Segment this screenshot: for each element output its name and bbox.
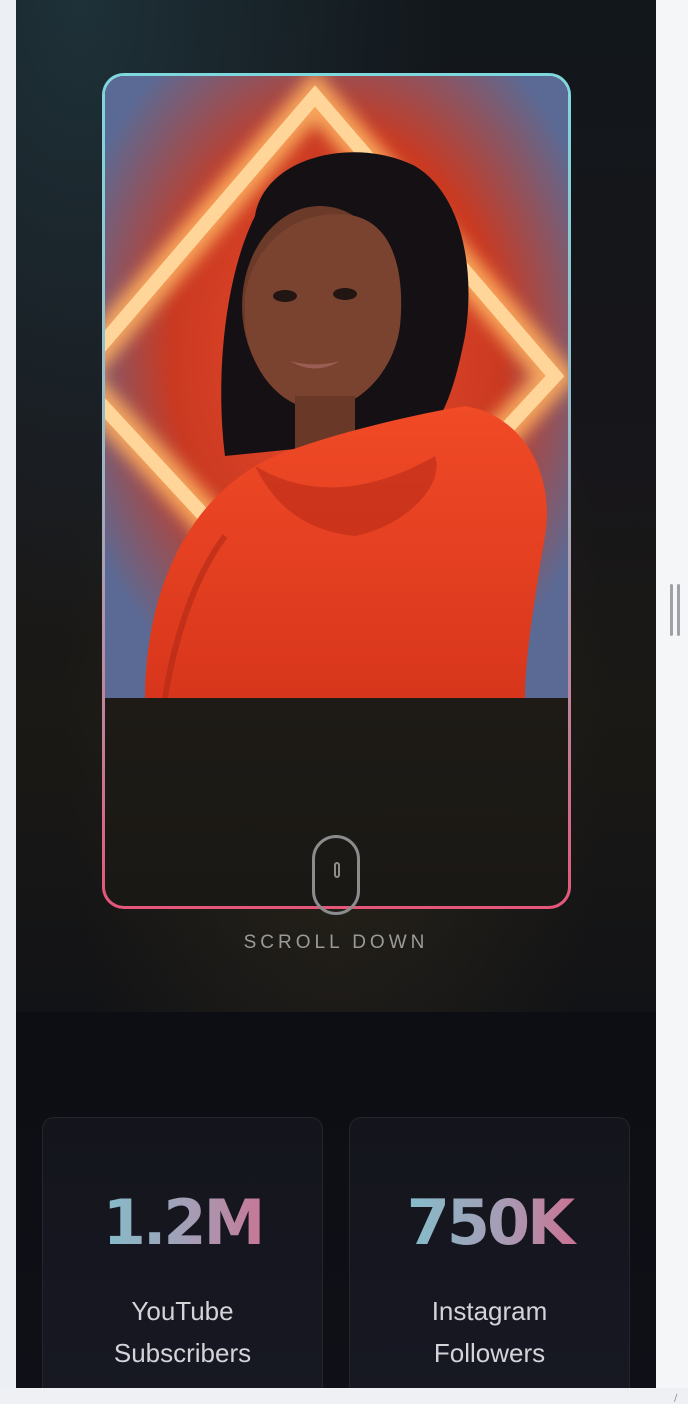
scroll-down-label: SCROLL DOWN — [243, 932, 429, 953]
portrait-illustration — [105, 76, 568, 698]
stat-label: YouTube Subscribers — [43, 1290, 322, 1374]
stat-label-line: YouTube — [131, 1296, 234, 1326]
hero-section: SCROLL DOWN — [16, 0, 656, 1012]
portrait-frame-inner — [105, 76, 568, 906]
stat-label: Instagram Followers — [350, 1290, 629, 1374]
page-viewport: SCROLL DOWN 1.2M YouTube Subscribers 750… — [16, 0, 656, 1388]
stat-card-youtube: 1.2M YouTube Subscribers — [42, 1117, 323, 1388]
grip-line — [670, 584, 673, 636]
resize-corner-icon[interactable]: ∕ — [674, 1394, 686, 1404]
scroll-mouse-icon[interactable] — [312, 835, 360, 915]
mouse-wheel-icon — [334, 862, 340, 878]
scrollbar-grip-handle[interactable] — [670, 584, 682, 636]
stat-label-line: Followers — [433, 1338, 546, 1368]
window-bottom-bar — [0, 1388, 688, 1404]
stat-card-instagram: 750K Instagram Followers — [349, 1117, 630, 1388]
stat-value: 750K — [350, 1186, 629, 1259]
portrait-frame — [102, 73, 571, 909]
stat-label-line: Instagram — [431, 1296, 548, 1326]
scrollbar-track[interactable] — [656, 0, 688, 1388]
stat-label-line: Subscribers — [113, 1338, 252, 1368]
stats-section: 1.2M YouTube Subscribers 750K Instagram … — [16, 1012, 656, 1388]
stat-value: 1.2M — [43, 1186, 322, 1259]
hero-portrait-image — [105, 76, 568, 698]
grip-line — [677, 584, 680, 636]
